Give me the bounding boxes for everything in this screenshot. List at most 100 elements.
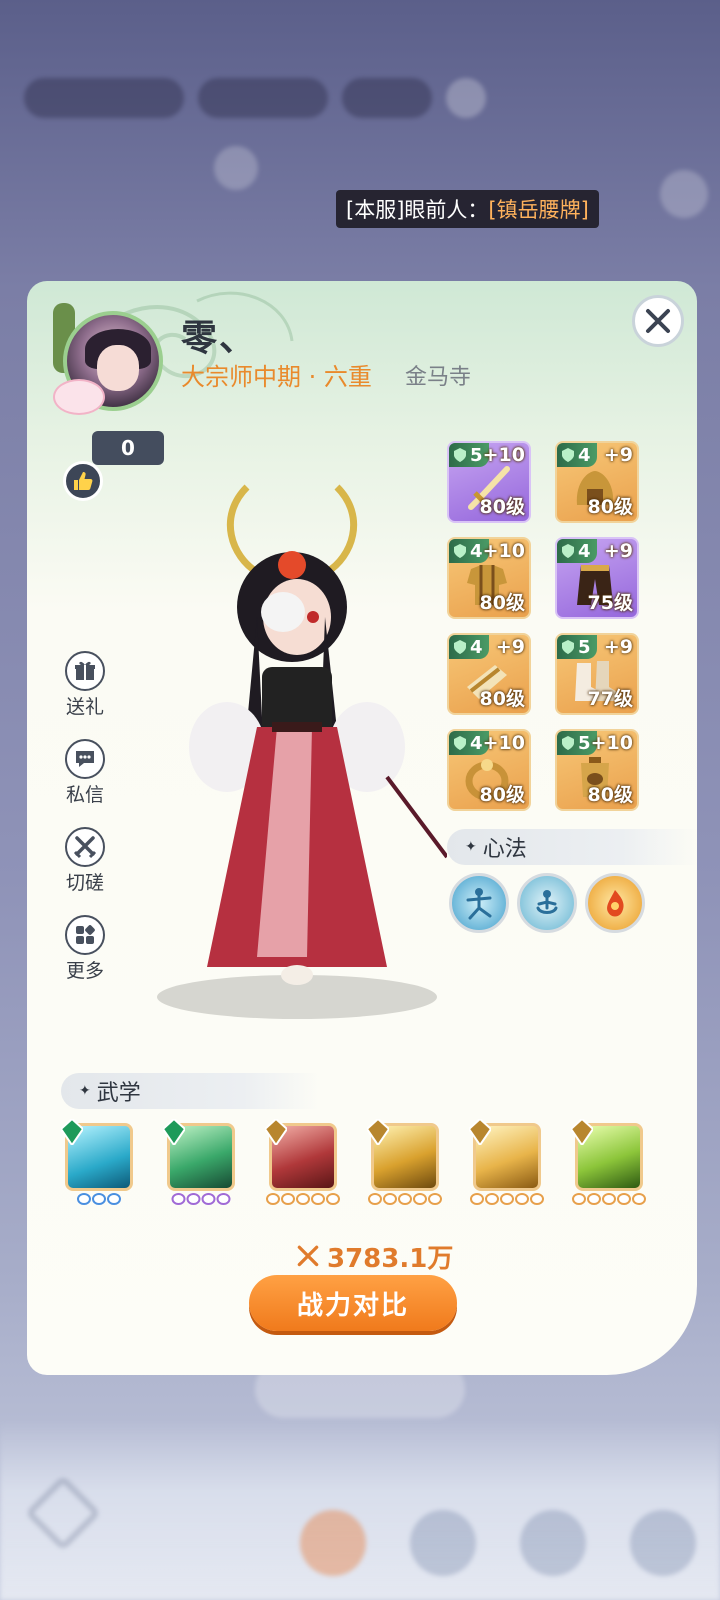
equipment-slot-token[interactable]: 5 +10 80级 <box>555 729 639 811</box>
equipment-plus: +9 <box>603 540 633 562</box>
xinfa-stance-icon <box>466 888 492 920</box>
side-action-list: 送礼 私信 切磋 更多 <box>57 651 113 983</box>
like-button[interactable] <box>63 461 103 501</box>
close-button[interactable] <box>632 295 684 347</box>
combat-power-value: 3783.1万 <box>327 1244 454 1274</box>
gold-gem-icon <box>265 1119 287 1145</box>
equipment-level: 80级 <box>587 496 633 518</box>
skill-slot-3[interactable] <box>265 1119 340 1205</box>
character-model <box>157 484 447 1019</box>
star-shield-icon <box>454 544 466 558</box>
avatar[interactable] <box>53 303 171 421</box>
equipment-slot-ring[interactable]: 4 +10 80级 <box>447 729 531 811</box>
skill-rank-dots <box>368 1193 442 1205</box>
equipment-stars: 4 <box>470 636 483 658</box>
close-icon <box>646 309 670 333</box>
xinfa-slot-1[interactable] <box>449 873 509 933</box>
crossed-swords-icon <box>73 836 97 859</box>
gold-gem-icon <box>469 1119 491 1145</box>
equipment-level: 80级 <box>479 592 525 614</box>
combat-power: 3783.1万 <box>295 1238 453 1275</box>
skill-rank-dots <box>77 1193 121 1205</box>
equipment-stars: 4 <box>578 444 591 466</box>
equipment-plus: +9 <box>603 444 633 466</box>
more-label: 更多 <box>65 960 104 982</box>
bunny-pet-icon <box>53 379 105 415</box>
equipment-plus: +10 <box>482 444 525 466</box>
wuxue-title: 武学 <box>96 1081 141 1106</box>
equipment-slot-armor[interactable]: 4 +10 80级 <box>447 537 531 619</box>
diamond-bullet-icon: ✦ <box>79 1083 91 1099</box>
equipment-stars: 4 <box>470 540 483 562</box>
thumbs-up-icon <box>74 472 93 490</box>
power-compare-button[interactable]: 战力对比 <box>249 1275 457 1331</box>
star-shield-icon <box>454 736 466 750</box>
skill-slot-4[interactable] <box>367 1119 442 1205</box>
star-shield-icon <box>562 640 574 654</box>
diamond-bullet-icon: ✦ <box>465 839 477 855</box>
equipment-plus: +9 <box>495 636 525 658</box>
equipment-stars: 5 <box>578 732 591 754</box>
xinfa-slot-3[interactable] <box>585 873 645 933</box>
xinfa-meditation-icon <box>536 890 558 914</box>
skill-rank-dots <box>266 1193 340 1205</box>
like-count: 0 <box>92 431 164 465</box>
star-shield-icon <box>454 448 466 462</box>
server-notice: [本服]眼前人： [镇岳腰牌] <box>336 190 599 228</box>
green-gem-icon <box>163 1119 185 1145</box>
duel-label: 切磋 <box>65 872 104 894</box>
green-gem-icon <box>61 1119 83 1145</box>
equipment-plus: +10 <box>482 540 525 562</box>
equipment-plus: +10 <box>590 732 633 754</box>
message-button[interactable]: 私信 <box>57 739 113 807</box>
player-profile-card: 零、 大宗师中期 · 六重 金马寺 0 送礼 私信 切磋 更多 5 +10 80… <box>27 281 697 1375</box>
xinfa-title: 心法 <box>482 837 527 862</box>
background-resource-bar <box>24 78 486 118</box>
equipment-stars: 5 <box>578 636 591 658</box>
notice-item[interactable]: [镇岳腰牌] <box>488 194 588 224</box>
skill-slot-5[interactable] <box>469 1119 544 1205</box>
equipment-stars: 5 <box>470 444 483 466</box>
star-shield-icon <box>454 640 466 654</box>
equipment-level: 77级 <box>587 688 633 710</box>
skill-rank-dots <box>572 1193 646 1205</box>
equipment-level: 80级 <box>479 784 525 806</box>
message-icon <box>76 751 94 767</box>
equipment-level: 80级 <box>479 496 525 518</box>
equipment-slot-boots[interactable]: 5 +9 77级 <box>555 633 639 715</box>
equipment-plus: +10 <box>482 732 525 754</box>
xinfa-slot-2[interactable] <box>517 873 577 933</box>
player-name: 零、 <box>181 318 258 359</box>
skill-slot-2[interactable] <box>163 1119 235 1205</box>
gold-gem-icon <box>571 1119 593 1145</box>
equipment-slot-bracer[interactable]: 4 +9 80级 <box>447 633 531 715</box>
equipment-plus: +9 <box>603 636 633 658</box>
more-grid-icon <box>76 925 95 944</box>
skill-slot-6[interactable] <box>571 1119 646 1205</box>
star-shield-icon <box>562 544 574 558</box>
star-shield-icon <box>562 736 574 750</box>
equipment-level: 80级 <box>479 688 525 710</box>
equipment-level: 75级 <box>587 592 633 614</box>
equipment-grid: 5 +10 80级 4 +9 80级 4 +10 80级 4 +9 75级 4 … <box>447 441 639 811</box>
duel-button[interactable]: 切磋 <box>57 827 113 895</box>
gift-icon <box>75 661 95 680</box>
equipment-stars: 4 <box>578 540 591 562</box>
xinfa-list <box>449 873 645 933</box>
player-rank: 大宗师中期 · 六重 <box>181 363 372 391</box>
equipment-slot-weapon[interactable]: 5 +10 80级 <box>447 441 531 523</box>
skill-list <box>61 1119 646 1205</box>
equipment-stars: 4 <box>470 732 483 754</box>
equipment-slot-pants[interactable]: 4 +9 75级 <box>555 537 639 619</box>
gift-label: 送礼 <box>65 696 104 718</box>
crossed-swords-icon <box>297 1245 319 1266</box>
equipment-level: 80级 <box>587 784 633 806</box>
skill-slot-1[interactable] <box>61 1119 133 1205</box>
player-sect: 金马寺 <box>405 365 472 390</box>
wuxue-section-header: ✦ 武学 <box>61 1073 321 1109</box>
more-button[interactable]: 更多 <box>57 915 113 983</box>
notice-prefix: [本服]眼前人： <box>346 198 489 222</box>
gift-button[interactable]: 送礼 <box>57 651 113 719</box>
equipment-slot-helmet[interactable]: 4 +9 80级 <box>555 441 639 523</box>
gold-gem-icon <box>367 1119 389 1145</box>
